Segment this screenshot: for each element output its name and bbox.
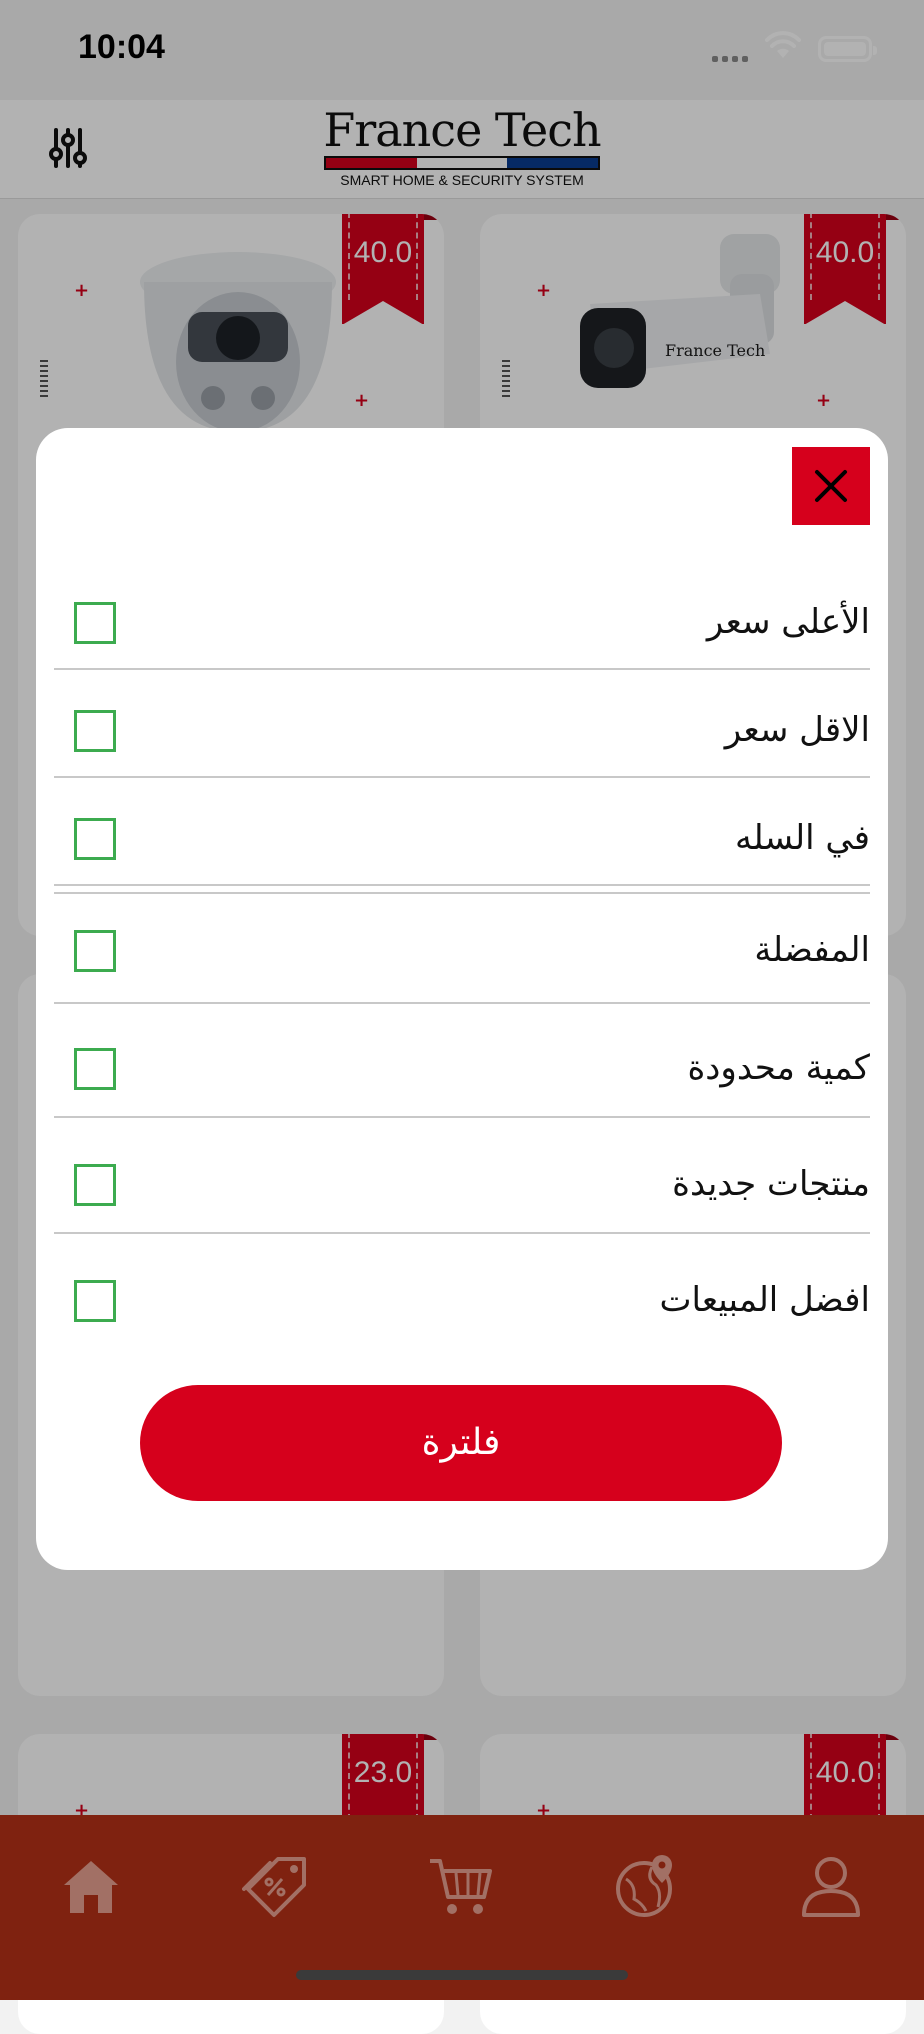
option-label: الاقل سعر bbox=[724, 710, 870, 750]
option-label: افضل المبيعات bbox=[659, 1280, 871, 1320]
filter-option-new-products[interactable]: منتجات جديدة bbox=[54, 1140, 870, 1234]
home-indicator bbox=[296, 1970, 628, 1980]
option-label: الأعلى سعر bbox=[706, 602, 870, 642]
option-checkbox[interactable] bbox=[74, 818, 116, 860]
option-checkbox[interactable] bbox=[74, 1164, 116, 1206]
apply-filter-button[interactable]: فلترة bbox=[140, 1385, 782, 1501]
option-checkbox[interactable] bbox=[74, 602, 116, 644]
option-checkbox[interactable] bbox=[74, 1280, 116, 1322]
filter-option-limited-quantity[interactable]: كمية محدودة bbox=[54, 1024, 870, 1118]
filter-option-lowest-price[interactable]: الاقل سعر bbox=[54, 690, 870, 778]
filter-option-favorites[interactable]: المفضلة bbox=[54, 892, 870, 1004]
option-label: كمية محدودة bbox=[687, 1048, 870, 1088]
filter-option-highest-price[interactable]: الأعلى سعر bbox=[54, 582, 870, 670]
option-label: المفضلة bbox=[754, 930, 870, 970]
option-label: منتجات جديدة bbox=[672, 1164, 870, 1204]
option-label: في السله bbox=[734, 818, 870, 858]
filter-option-in-cart[interactable]: في السله bbox=[54, 798, 870, 886]
option-checkbox[interactable] bbox=[74, 1048, 116, 1090]
filter-option-best-sellers[interactable]: افضل المبيعات bbox=[54, 1256, 870, 1348]
option-checkbox[interactable] bbox=[74, 930, 116, 972]
option-checkbox[interactable] bbox=[74, 710, 116, 752]
filter-modal: الأعلى سعر الاقل سعر في السله المفضلة كم… bbox=[36, 428, 888, 1570]
close-button[interactable] bbox=[792, 447, 870, 525]
close-icon bbox=[815, 470, 847, 502]
